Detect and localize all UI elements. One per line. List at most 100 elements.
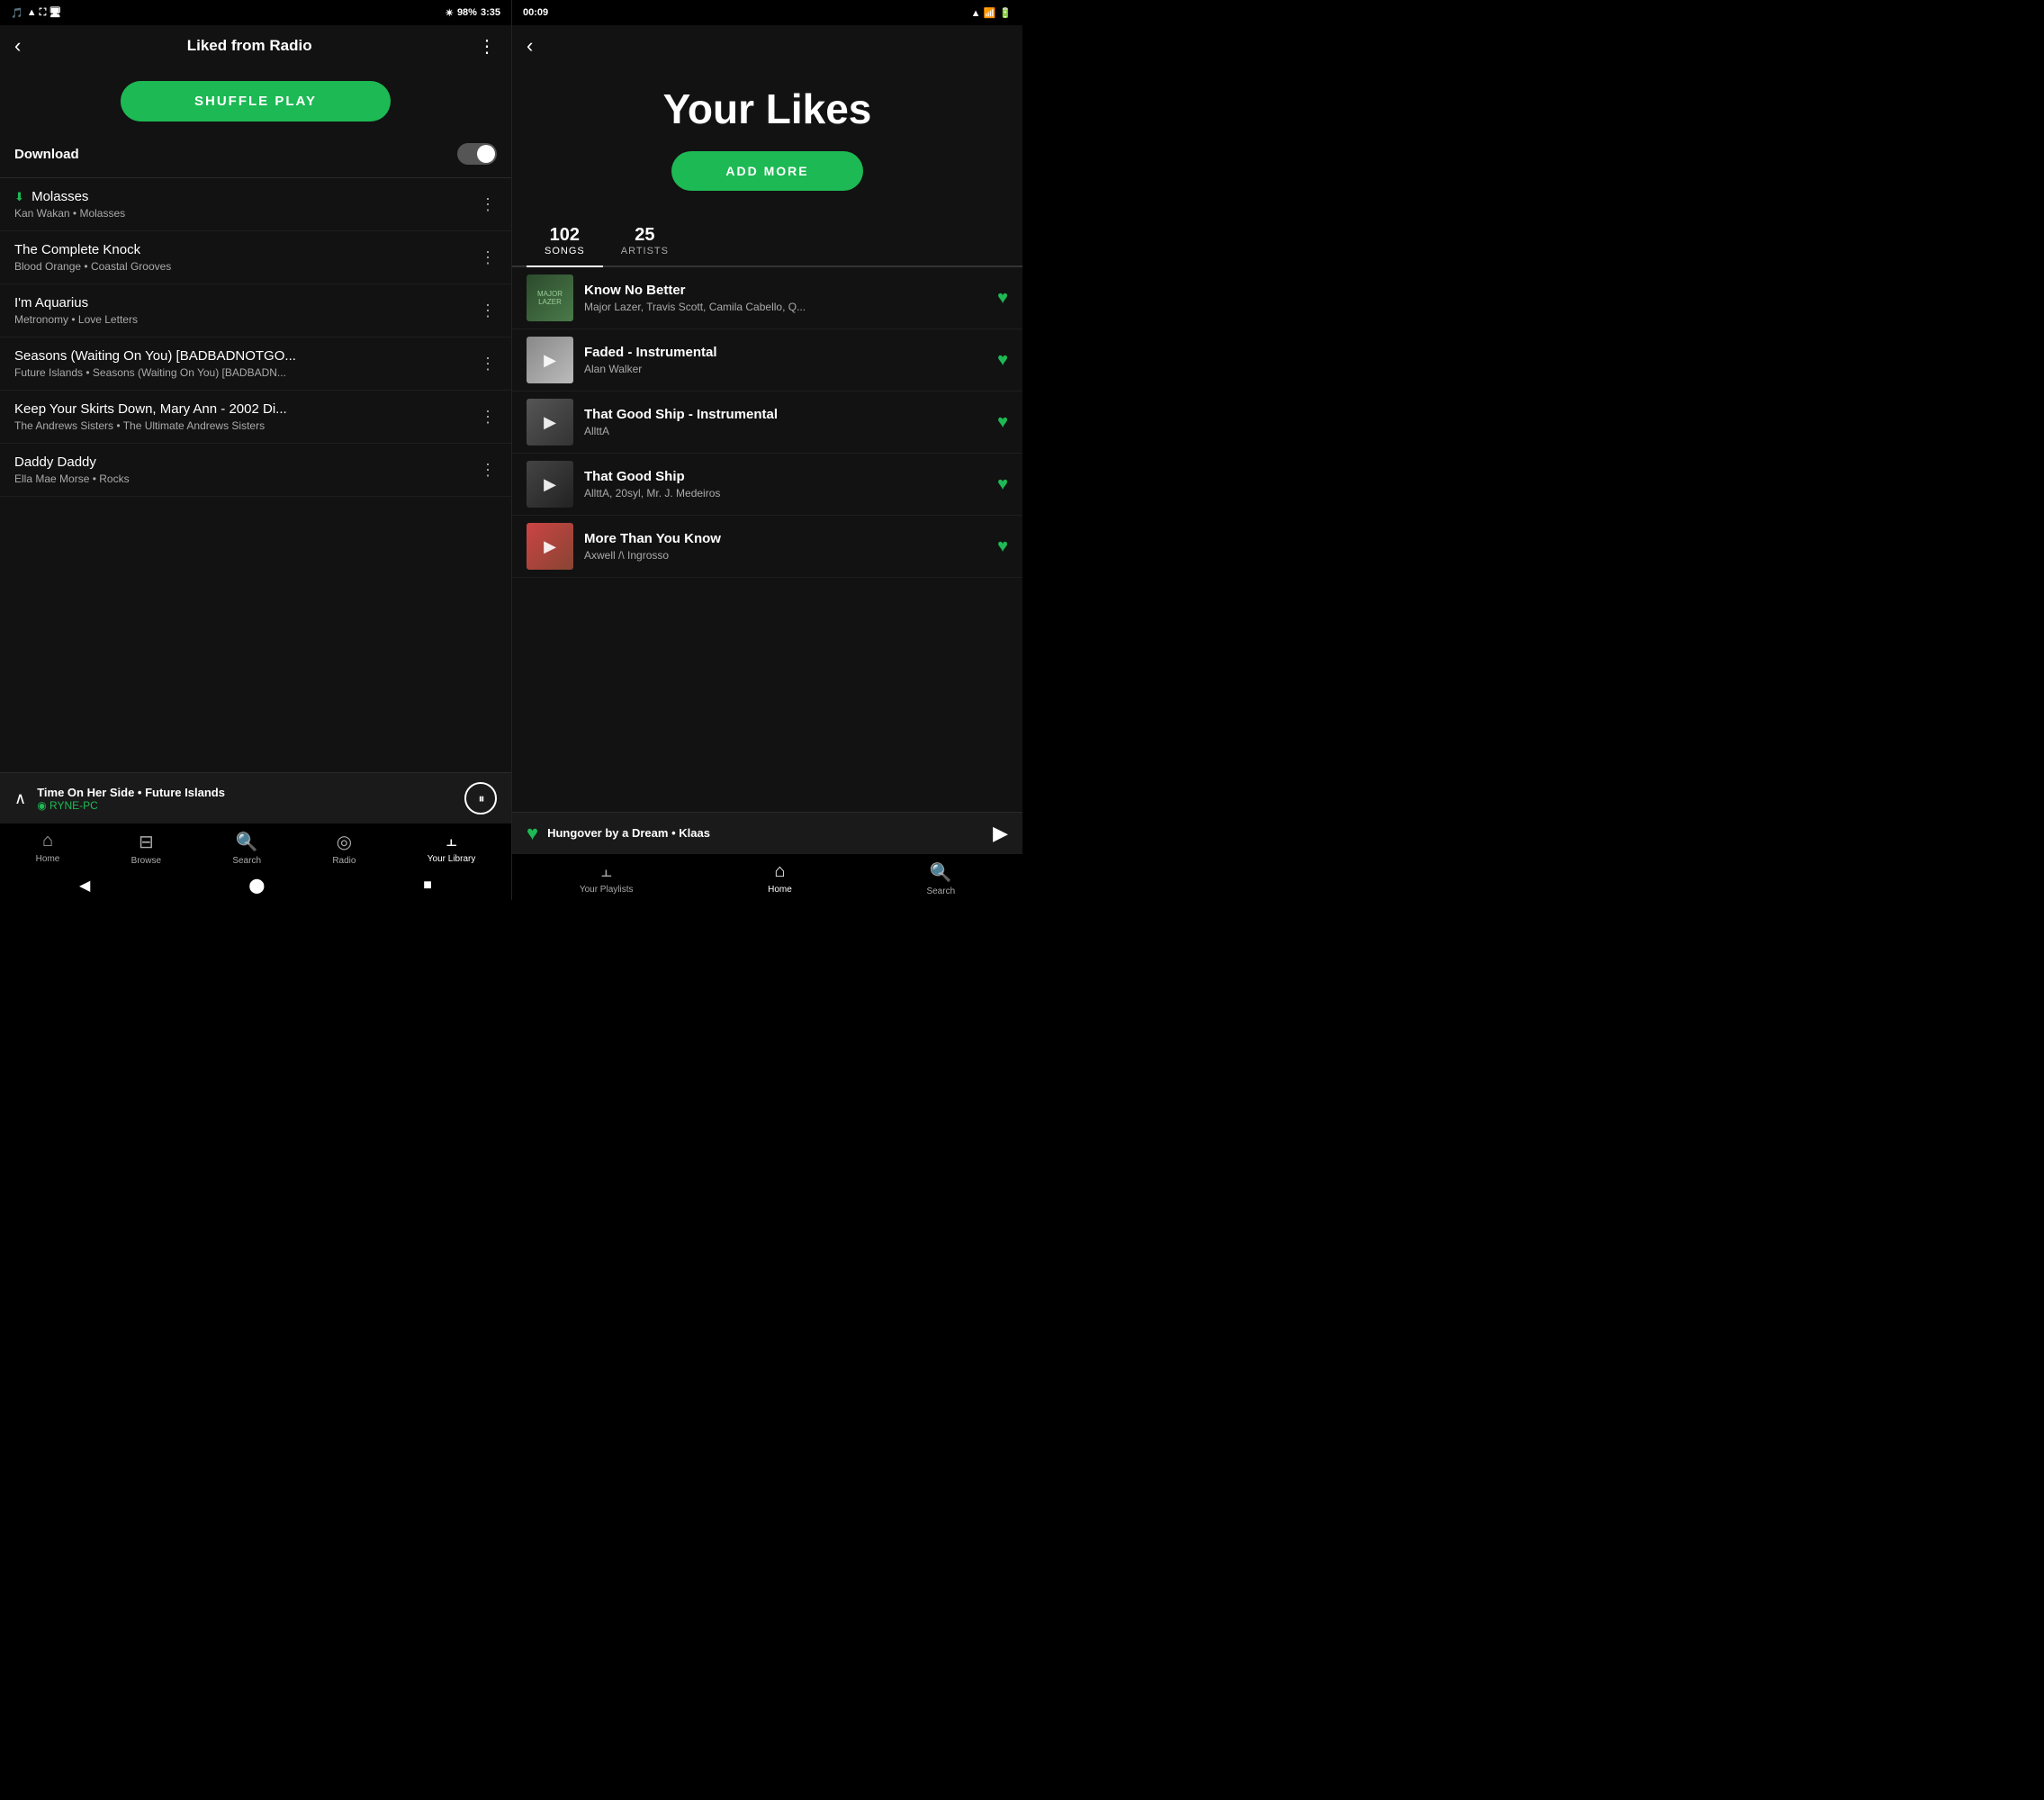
library-icon: ⫠ <box>446 831 457 851</box>
track-item[interactable]: The Complete Knock Blood Orange • Coasta… <box>0 231 511 284</box>
nav-label-playlists: Your Playlists <box>580 885 634 895</box>
track-more-icon[interactable]: ⋮ <box>480 248 497 267</box>
mini-player-title: Hungover by a Dream • Klaas <box>547 826 710 840</box>
time-left: 3:35 <box>481 7 500 18</box>
liked-heart-icon[interactable]: ♥ <box>997 288 1008 309</box>
song-item[interactable]: ▶ More Than You Know Axwell /\ Ingrosso … <box>512 516 1022 578</box>
track-name: The Complete Knock <box>14 242 480 257</box>
recent-system-button[interactable]: ■ <box>423 878 432 894</box>
liked-heart-icon[interactable]: ♥ <box>997 474 1008 495</box>
songs-label: SONGS <box>545 246 585 256</box>
artists-tab[interactable]: 25 ARTISTS <box>603 218 687 266</box>
back-system-button[interactable]: ◀ <box>79 877 90 895</box>
browse-icon: ⊟ <box>139 831 154 853</box>
nav-label-browse: Browse <box>131 856 161 866</box>
nav-label-radio: Radio <box>332 856 356 866</box>
now-playing-title: Time On Her Side • Future Islands <box>37 786 454 799</box>
track-sub: The Andrews Sisters • The Ultimate Andre… <box>14 419 480 432</box>
track-info: I'm Aquarius Metronomy • Love Letters <box>14 295 480 326</box>
artists-label: ARTISTS <box>621 246 669 256</box>
song-item[interactable]: MAJOR LAZER Know No Better Major Lazer, … <box>512 267 1022 329</box>
liked-heart-icon[interactable]: ♥ <box>997 350 1008 371</box>
nav-item-library[interactable]: ⫠ Your Library <box>428 831 476 866</box>
track-name: I'm Aquarius <box>14 295 480 310</box>
song-item[interactable]: ▶ That Good Ship - Instrumental AllttA ♥ <box>512 392 1022 454</box>
play-overlay-icon: ▶ <box>544 537 556 556</box>
track-more-icon[interactable]: ⋮ <box>480 355 497 374</box>
mini-player-right[interactable]: ♥ Hungover by a Dream • Klaas ▶ <box>512 812 1022 854</box>
time-right: 00:09 <box>523 7 548 18</box>
home-icon-right: ⌂ <box>774 861 785 882</box>
left-panel: 🎵 ▲ ⛶ 🖥 ✴ 98% 3:35 ‹ Liked from Radio ⋮ … <box>0 0 511 900</box>
song-artist: Axwell /\ Ingrosso <box>584 549 986 562</box>
pause-button[interactable]: ⏸ <box>464 782 497 814</box>
shuffle-play-button[interactable]: SHUFFLE PLAY <box>121 81 391 122</box>
track-more-icon[interactable]: ⋮ <box>480 461 497 480</box>
spotify-icon: 🎵 <box>11 7 23 19</box>
signal-icon-right: ▲ 📶 <box>971 7 996 19</box>
track-list: ⬇ Molasses Kan Wakan • Molasses ⋮ The Co… <box>0 178 511 772</box>
nav-item-home[interactable]: ⌂ Home <box>36 831 60 866</box>
song-item[interactable]: ▶ Faded - Instrumental Alan Walker ♥ <box>512 329 1022 392</box>
track-item[interactable]: ⬇ Molasses Kan Wakan • Molasses ⋮ <box>0 178 511 231</box>
track-info: The Complete Knock Blood Orange • Coasta… <box>14 242 480 273</box>
mini-heart-icon[interactable]: ♥ <box>527 822 538 845</box>
artists-count: 25 <box>621 225 669 246</box>
track-more-icon[interactable]: ⋮ <box>480 302 497 320</box>
back-button-left[interactable]: ‹ <box>14 34 21 58</box>
song-thumbnail: ▶ <box>527 523 573 570</box>
track-sub: Metronomy • Love Letters <box>14 313 480 326</box>
track-item[interactable]: Seasons (Waiting On You) [BADBADNOTGO...… <box>0 338 511 391</box>
add-more-button[interactable]: ADD MORE <box>671 151 862 191</box>
download-label: Download <box>14 147 79 162</box>
track-more-icon[interactable]: ⋮ <box>480 408 497 427</box>
songs-tab[interactable]: 102 SONGS <box>527 218 603 267</box>
track-name: Daddy Daddy <box>14 454 480 470</box>
nav-item-browse[interactable]: ⊟ Browse <box>131 831 161 866</box>
stats-row: 102 SONGS 25 ARTISTS <box>512 218 1022 267</box>
songs-count: 102 <box>545 225 585 246</box>
download-toggle[interactable] <box>457 143 497 165</box>
nav-item-search-right[interactable]: 🔍 Search <box>926 861 955 896</box>
search-icon: 🔍 <box>236 831 258 853</box>
song-name: That Good Ship - Instrumental <box>584 407 986 422</box>
track-sub: Kan Wakan • Molasses <box>14 207 480 220</box>
album-art-text: MAJOR LAZER <box>527 288 573 308</box>
play-overlay-icon: ▶ <box>544 413 556 432</box>
nav-label-home: Home <box>36 854 60 864</box>
back-button-right[interactable]: ‹ <box>527 34 533 58</box>
track-info: Daddy Daddy Ella Mae Morse • Rocks <box>14 454 480 485</box>
track-item[interactable]: I'm Aquarius Metronomy • Love Letters ⋮ <box>0 284 511 338</box>
right-panel: 00:09 ▲ 📶 🔋 ‹ Your Likes ADD MORE 102 SO… <box>511 0 1022 900</box>
song-thumbnail: MAJOR LAZER <box>527 274 573 321</box>
home-system-button[interactable]: ⬤ <box>248 877 265 895</box>
header-left: ‹ Liked from Radio ⋮ <box>0 25 511 67</box>
track-more-icon[interactable]: ⋮ <box>480 195 497 214</box>
play-overlay-icon: ▶ <box>544 351 556 370</box>
song-info: Know No Better Major Lazer, Travis Scott… <box>584 283 986 313</box>
songs-list: MAJOR LAZER Know No Better Major Lazer, … <box>512 267 1022 812</box>
track-item[interactable]: Keep Your Skirts Down, Mary Ann - 2002 D… <box>0 391 511 444</box>
song-name: That Good Ship <box>584 469 986 484</box>
nav-item-radio[interactable]: ◎ Radio <box>332 831 356 866</box>
liked-heart-icon[interactable]: ♥ <box>997 536 1008 557</box>
song-info: Faded - Instrumental Alan Walker <box>584 345 986 375</box>
liked-heart-icon[interactable]: ♥ <box>997 412 1008 433</box>
now-playing-expand-icon[interactable]: ∧ <box>14 789 26 808</box>
track-item[interactable]: Daddy Daddy Ella Mae Morse • Rocks ⋮ <box>0 444 511 497</box>
nav-item-search[interactable]: 🔍 Search <box>232 831 261 866</box>
song-item[interactable]: ▶ That Good Ship AllttA, 20syl, Mr. J. M… <box>512 454 1022 516</box>
nav-item-home-right[interactable]: ⌂ Home <box>768 861 792 896</box>
nav-item-playlists[interactable]: ⫠ Your Playlists <box>580 861 634 896</box>
song-name: Know No Better <box>584 283 986 298</box>
now-playing-bar[interactable]: ∧ Time On Her Side • Future Islands ◉ RY… <box>0 772 511 824</box>
mini-play-button[interactable]: ▶ <box>993 822 1008 845</box>
song-thumbnail: ▶ <box>527 461 573 508</box>
header-right: ‹ <box>512 25 1022 67</box>
track-name: Keep Your Skirts Down, Mary Ann - 2002 D… <box>14 401 480 417</box>
song-info: That Good Ship AllttA, 20syl, Mr. J. Med… <box>584 469 986 500</box>
more-options-button[interactable]: ⋮ <box>478 35 497 58</box>
now-playing-device: ◉ RYNE-PC <box>37 799 454 812</box>
system-bar-left: ◀ ⬤ ■ <box>0 869 511 900</box>
track-name: ⬇ Molasses <box>14 189 480 204</box>
